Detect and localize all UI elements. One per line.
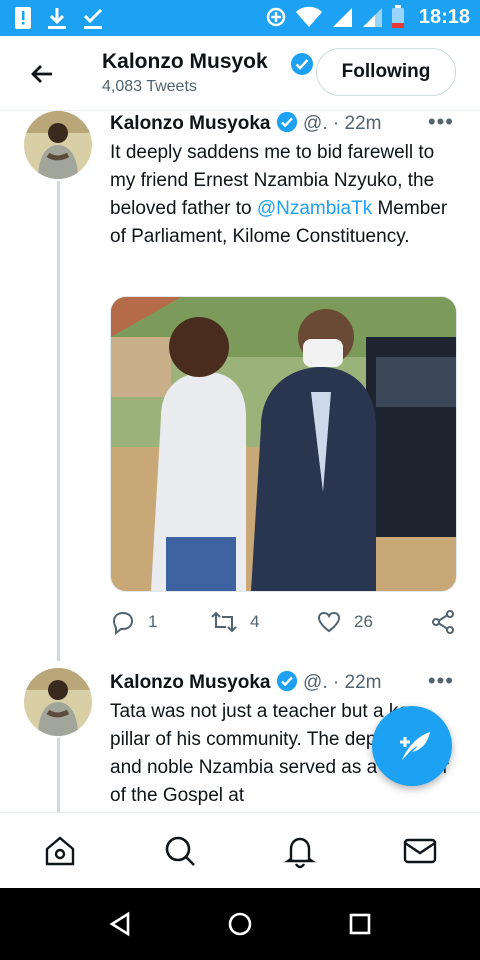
tweet-text: It deeply saddens me to bid farewell to … — [110, 139, 460, 251]
author-handle: @. — [303, 672, 328, 693]
author-name[interactable]: Kalonzo Musyoka — [110, 113, 270, 134]
like-count: 26 — [354, 612, 373, 631]
avatar[interactable] — [24, 111, 92, 179]
back-triangle-icon[interactable] — [106, 910, 134, 938]
notifications-bell-icon[interactable] — [282, 833, 318, 869]
separator-dot: · — [332, 672, 340, 693]
like-action[interactable]: 26 — [316, 609, 373, 635]
more-options-icon[interactable]: ••• — [428, 668, 454, 694]
verified-badge-icon — [291, 53, 313, 75]
tweet-actions: 1 4 26 — [110, 609, 460, 639]
tweet[interactable]: Kalonzo Musyoka @. · 22m ••• It deeply s… — [0, 109, 480, 661]
alert-icon — [15, 7, 31, 29]
compose-feather-icon — [400, 732, 430, 760]
tweet-time: 22m — [344, 672, 382, 693]
signal-icon — [332, 8, 352, 27]
mention-link[interactable]: @NzambiaTk — [257, 198, 372, 219]
system-navigation-bar — [0, 888, 480, 960]
author-handle: @. — [303, 113, 328, 134]
status-time: 18:18 — [418, 5, 470, 28]
profile-header: Kalonzo Musyok 4,083 Tweets Following — [0, 36, 480, 111]
thread-line — [57, 738, 60, 812]
share-action[interactable] — [430, 609, 456, 635]
tweet-time: 22m — [344, 113, 382, 134]
reply-count: 1 — [148, 612, 158, 631]
retweet-action[interactable]: 4 — [210, 609, 259, 635]
download-icon — [48, 8, 66, 29]
recents-square-icon[interactable] — [346, 910, 374, 938]
reply-icon — [112, 611, 134, 635]
tweet-count: 4,083 Tweets — [102, 78, 197, 95]
separator-dot: · — [332, 113, 340, 134]
more-options-icon[interactable]: ••• — [428, 109, 454, 135]
verified-badge-icon — [276, 111, 297, 133]
compose-tweet-button[interactable] — [372, 706, 452, 786]
retweet-icon — [211, 611, 237, 633]
data-saver-icon — [266, 7, 286, 27]
signal-icon — [362, 8, 382, 27]
retweet-count: 4 — [250, 612, 260, 631]
verified-badge-icon — [276, 670, 297, 692]
avatar[interactable] — [24, 668, 92, 736]
check-icon — [83, 8, 103, 29]
search-icon[interactable] — [162, 833, 198, 869]
tweet-photo[interactable] — [110, 296, 457, 592]
profile-name: Kalonzo Musyok — [102, 50, 268, 73]
bottom-navigation — [0, 812, 480, 889]
home-icon[interactable] — [42, 833, 78, 869]
heart-icon — [317, 611, 341, 633]
battery-low-icon — [391, 5, 404, 28]
author-name[interactable]: Kalonzo Musyoka — [110, 672, 270, 693]
status-bar: 18:18 — [0, 0, 480, 36]
back-arrow-icon[interactable] — [26, 58, 58, 90]
thread-line — [57, 181, 60, 661]
share-icon — [432, 610, 454, 634]
following-button[interactable]: Following — [316, 48, 456, 96]
wifi-icon — [295, 6, 322, 27]
messages-mail-icon[interactable] — [402, 833, 438, 869]
reply-action[interactable]: 1 — [110, 609, 157, 635]
home-circle-icon[interactable] — [226, 910, 254, 938]
